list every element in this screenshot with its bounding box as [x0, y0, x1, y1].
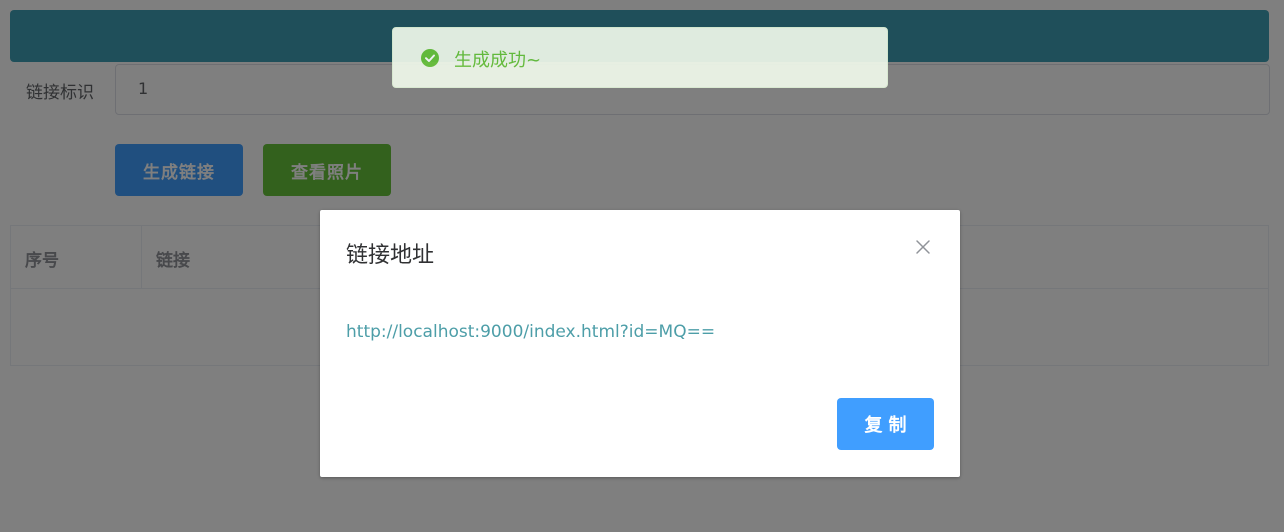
link-address-dialog: 链接地址 http://localhost:9000/index.html?id…	[320, 210, 960, 477]
toast-message: 生成成功~	[454, 50, 542, 71]
success-check-icon	[421, 49, 439, 67]
success-toast: 生成成功~	[392, 27, 888, 88]
copy-button[interactable]: 复制	[837, 398, 934, 450]
dialog-title: 链接地址	[346, 243, 435, 268]
close-icon[interactable]	[912, 236, 934, 258]
generated-link-url: http://localhost:9000/index.html?id=MQ==	[346, 322, 716, 342]
